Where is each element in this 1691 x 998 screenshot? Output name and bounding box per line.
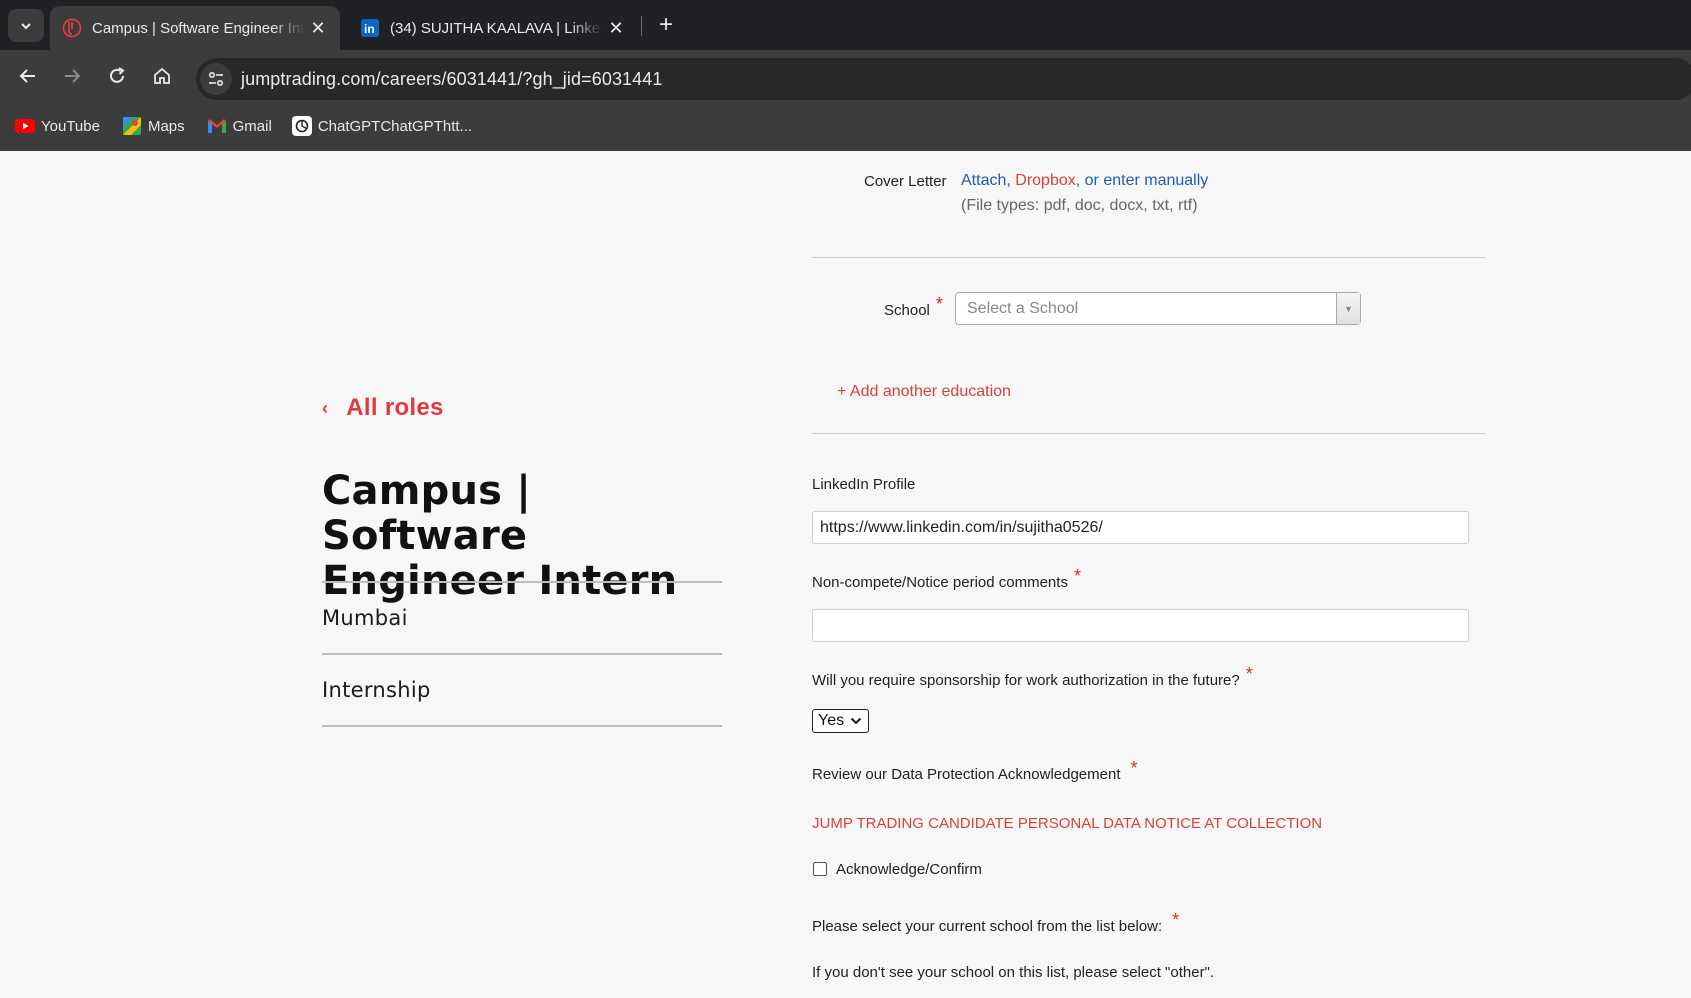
chevron-down-icon bbox=[21, 22, 31, 29]
close-tab-icon[interactable]: ✕ bbox=[304, 14, 332, 42]
all-roles-label: All roles bbox=[346, 394, 444, 421]
noncompete-label: Non-compete/Notice period comments * bbox=[812, 566, 1081, 592]
reload-icon bbox=[110, 67, 125, 83]
tab-title: (34) SUJITHA KAALAVA | LinkedIn bbox=[390, 19, 602, 37]
bookmark-label: Gmail bbox=[232, 117, 272, 135]
enter-manually-link[interactable]: or enter manually bbox=[1085, 172, 1209, 189]
job-title: Campus | Software Engineer Intern bbox=[322, 468, 678, 604]
bookmark-label: ChatGPTChatGPThtt... bbox=[317, 117, 473, 135]
acknowledge-checkbox[interactable] bbox=[813, 862, 827, 876]
home-icon bbox=[154, 67, 170, 84]
bookmarks-bar: YouTube Maps Gmail ChatGPTChatGPThtt... bbox=[0, 112, 472, 140]
divider bbox=[322, 653, 722, 655]
home-button[interactable] bbox=[145, 59, 179, 93]
sponsorship-label-text: Will you require sponsorship for work au… bbox=[812, 672, 1240, 689]
school-label-text: School bbox=[884, 302, 930, 319]
cover-letter-label: Cover Letter bbox=[864, 173, 947, 190]
attach-link[interactable]: Attach bbox=[961, 172, 1006, 189]
tab-title: Campus | Software Engineer Intern bbox=[92, 19, 304, 37]
site-info-button[interactable] bbox=[200, 63, 232, 95]
close-tab-icon[interactable]: ✕ bbox=[602, 14, 630, 42]
sponsorship-label: Will you require sponsorship for work au… bbox=[812, 664, 1253, 690]
forward-button[interactable] bbox=[55, 59, 89, 93]
current-school-hint: If you don't see your school on this lis… bbox=[812, 964, 1215, 981]
arrow-left-icon bbox=[19, 69, 35, 83]
bookmark-youtube[interactable]: YouTube bbox=[15, 112, 100, 140]
section-divider bbox=[812, 433, 1486, 434]
divider bbox=[322, 581, 722, 583]
section-divider bbox=[812, 257, 1486, 258]
noncompete-input[interactable] bbox=[812, 609, 1469, 642]
noncompete-label-text: Non-compete/Notice period comments bbox=[812, 574, 1068, 591]
dropdown-arrow-icon[interactable]: ▼ bbox=[1336, 293, 1360, 324]
bookmark-chatgpt[interactable]: ChatGPTChatGPThtt... bbox=[291, 112, 473, 140]
chevron-down-icon bbox=[850, 716, 862, 726]
job-location: Mumbai bbox=[322, 606, 408, 630]
arrow-right-icon bbox=[65, 69, 81, 83]
gmail-icon bbox=[207, 116, 227, 136]
required-asterisk: * bbox=[1130, 758, 1138, 778]
jump-trading-icon bbox=[62, 18, 82, 38]
acknowledge-label[interactable]: Acknowledge/Confirm bbox=[836, 861, 982, 878]
all-roles-link[interactable]: ‹ All roles bbox=[322, 394, 444, 422]
cover-letter-options: Attach, Dropbox, or enter manually bbox=[961, 172, 1208, 190]
separator: , bbox=[1006, 172, 1011, 189]
bookmark-gmail[interactable]: Gmail bbox=[207, 112, 272, 140]
tab-search-button[interactable] bbox=[8, 9, 44, 42]
maps-icon bbox=[122, 116, 142, 136]
back-button[interactable] bbox=[11, 59, 45, 93]
youtube-icon bbox=[15, 116, 35, 136]
job-type: Internship bbox=[322, 678, 431, 702]
file-types-hint: (File types: pdf, doc, docx, txt, rtf) bbox=[961, 197, 1198, 214]
required-asterisk: * bbox=[935, 294, 943, 314]
divider bbox=[322, 725, 722, 727]
browser-chrome: Campus | Software Engineer Intern ✕ in (… bbox=[0, 0, 1691, 151]
school-select[interactable]: Select a School ▼ bbox=[955, 292, 1361, 325]
school-label: School * bbox=[884, 294, 943, 320]
bookmark-maps[interactable]: Maps bbox=[122, 112, 185, 140]
required-asterisk: * bbox=[1172, 910, 1180, 930]
chevron-left-icon: ‹ bbox=[322, 397, 329, 418]
tab-strip: Campus | Software Engineer Intern ✕ in (… bbox=[0, 0, 1691, 50]
bookmark-label: Maps bbox=[147, 117, 185, 135]
svg-text:in: in bbox=[364, 22, 375, 36]
linkedin-icon: in bbox=[360, 18, 380, 38]
page-content: ‹ All roles Campus | Software Engineer I… bbox=[0, 151, 1691, 998]
tab-jump-trading[interactable]: Campus | Software Engineer Intern ✕ bbox=[50, 6, 340, 50]
linkedin-label: LinkedIn Profile bbox=[812, 476, 916, 493]
dropbox-link[interactable]: Dropbox bbox=[1015, 172, 1075, 189]
current-school-label: Please select your current school from t… bbox=[812, 910, 1179, 936]
new-tab-button[interactable]: + bbox=[651, 10, 681, 40]
chatgpt-icon bbox=[291, 116, 312, 136]
bookmark-label: YouTube bbox=[41, 117, 100, 135]
data-protection-label: Review our Data Protection Acknowledgeme… bbox=[812, 758, 1138, 784]
required-asterisk: * bbox=[1245, 664, 1253, 684]
school-placeholder: Select a School bbox=[967, 300, 1079, 317]
url-text[interactable]: jumptrading.com/careers/6031441/?gh_jid=… bbox=[241, 69, 663, 90]
tab-separator bbox=[641, 16, 642, 36]
sponsorship-value: Yes bbox=[818, 712, 845, 729]
data-notice-link[interactable]: JUMP TRADING CANDIDATE PERSONAL DATA NOT… bbox=[812, 815, 1322, 832]
separator: , bbox=[1075, 172, 1081, 189]
tune-icon bbox=[208, 71, 224, 87]
sponsorship-select[interactable]: Yes bbox=[812, 709, 869, 733]
tab-linkedin[interactable]: in (34) SUJITHA KAALAVA | LinkedIn ✕ bbox=[348, 6, 638, 50]
reload-button[interactable] bbox=[100, 59, 134, 93]
current-school-label-text: Please select your current school from t… bbox=[812, 918, 1163, 935]
linkedin-input[interactable]: https://www.linkedin.com/in/sujitha0526/ bbox=[812, 511, 1469, 544]
add-education-link[interactable]: + Add another education bbox=[837, 383, 1011, 401]
required-asterisk: * bbox=[1073, 566, 1081, 586]
data-protection-label-text: Review our Data Protection Acknowledgeme… bbox=[812, 766, 1121, 783]
